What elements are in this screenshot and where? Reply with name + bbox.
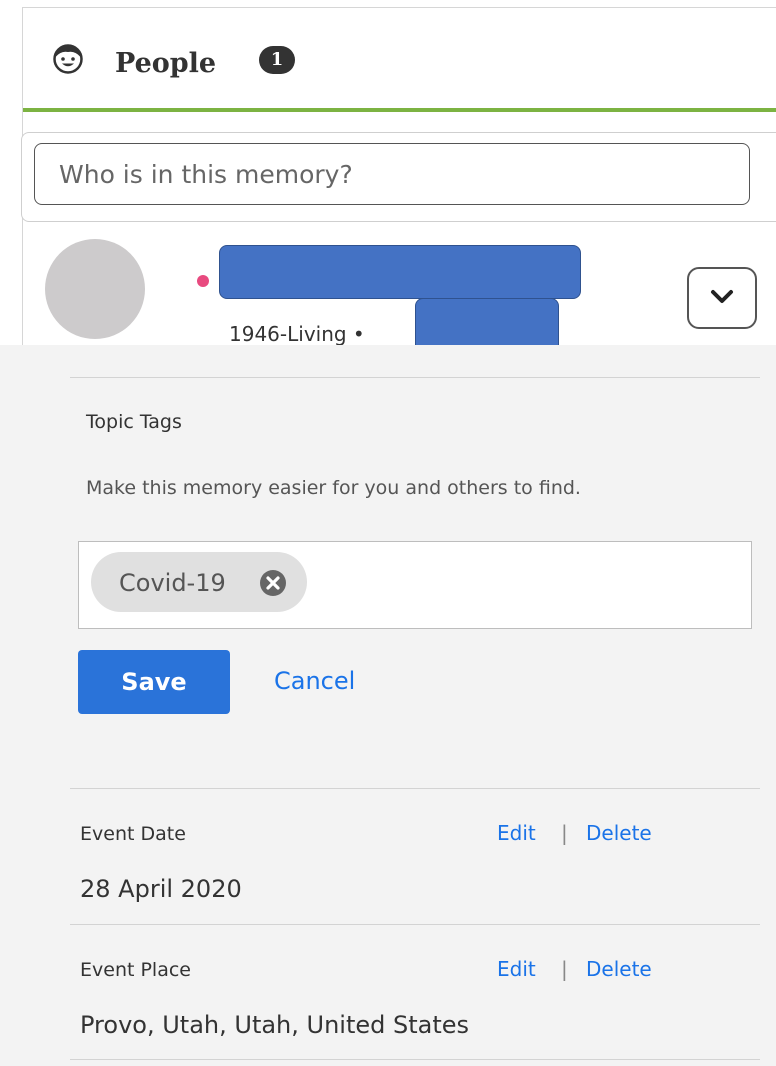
event-place-delete-link[interactable]: Delete [586, 957, 652, 981]
topic-tags-heading: Topic Tags [86, 411, 182, 433]
search-container [21, 132, 776, 222]
chevron-down-icon [711, 290, 733, 303]
event-date-edit-link[interactable]: Edit [497, 821, 536, 845]
person-lifespan: 1946-Living • [229, 322, 365, 346]
tags-input[interactable]: Covid-19 [78, 541, 752, 629]
event-place-label: Event Place [80, 959, 191, 981]
event-date-value: 28 April 2020 [80, 875, 242, 903]
event-place-edit-link[interactable]: Edit [497, 957, 536, 981]
save-button[interactable]: Save [78, 650, 230, 714]
remove-tag-icon[interactable] [259, 569, 287, 597]
event-date-delete-link[interactable]: Delete [586, 821, 652, 845]
person-name-redaction [219, 245, 581, 299]
people-count-badge: 1 [259, 46, 295, 74]
face-icon [53, 44, 83, 74]
topic-tags-helper-text: Make this memory easier for you and othe… [86, 477, 581, 499]
link-separator: | [561, 821, 568, 845]
divider [70, 377, 760, 378]
cancel-link[interactable]: Cancel [274, 667, 355, 695]
event-date-label: Event Date [80, 823, 186, 845]
header-divider [23, 108, 776, 112]
expand-person-button[interactable] [687, 267, 757, 329]
avatar [45, 239, 145, 339]
person-search-input[interactable] [34, 143, 750, 205]
link-separator: | [561, 957, 568, 981]
tag-chip-label: Covid-19 [119, 569, 226, 597]
people-card: People 1 1946-Living • [21, 7, 776, 362]
tag-chip: Covid-19 [91, 552, 307, 612]
divider [70, 924, 760, 925]
divider [70, 1059, 760, 1060]
divider [70, 788, 760, 789]
memory-details-panel: Topic Tags Make this memory easier for y… [0, 345, 776, 1066]
people-title: People [115, 48, 217, 79]
event-place-value: Provo, Utah, Utah, United States [80, 1011, 470, 1039]
status-dot [197, 275, 209, 287]
